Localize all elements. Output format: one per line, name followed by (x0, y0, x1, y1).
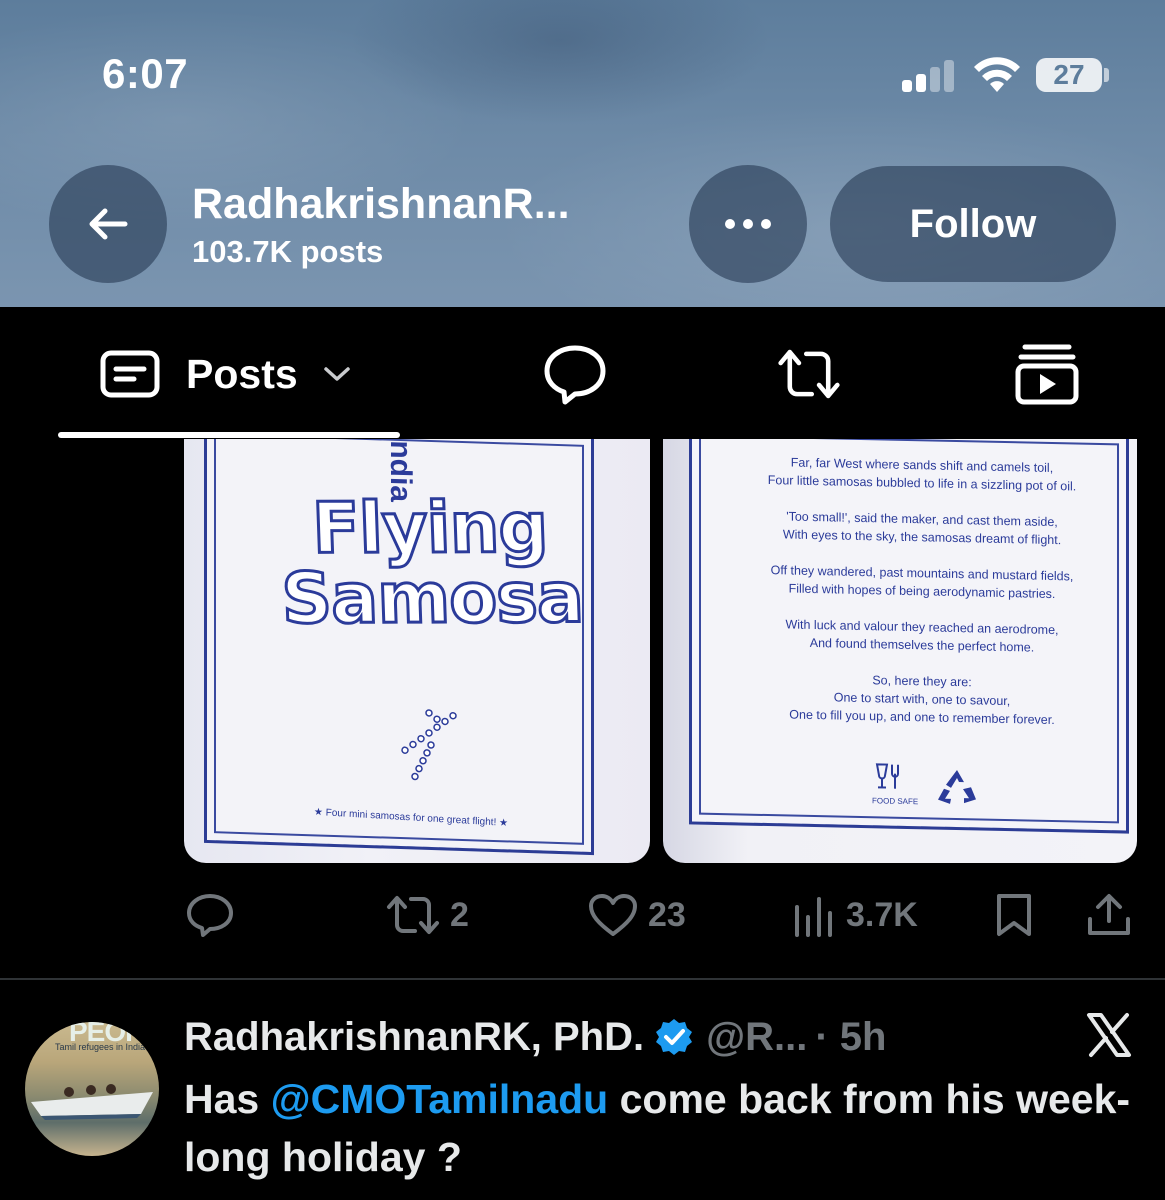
poem-stanza: So, here they are: One to start with, on… (789, 673, 1055, 728)
post-image-left[interactable]: India Flying Samosa ★ Four mini samosas … (184, 439, 650, 863)
status-time: 6:07 (102, 50, 189, 97)
arrow-left-icon (89, 208, 128, 240)
box-tagline: ★ Four mini samosas for one great flight… (313, 806, 509, 829)
profile-tab-bar: Posts (0, 307, 1165, 439)
repost-button[interactable]: 2 (386, 893, 469, 937)
reply-button[interactable] (186, 893, 244, 937)
x-logo-icon (1087, 1013, 1131, 1057)
chevron-down-icon[interactable] (322, 364, 352, 384)
reposts-tab-icon[interactable] (777, 342, 841, 406)
battery-tip (1104, 68, 1109, 82)
post-divider (0, 978, 1165, 980)
post-image-right[interactable]: Far, far West where sands shift and came… (663, 439, 1137, 863)
poem-stanza: Off they wandered, past mountains and mu… (770, 563, 1074, 602)
glass-fork-icon (875, 763, 899, 789)
tweet-timestamp: · 5h (815, 1014, 887, 1059)
poem-stanza: With luck and valour they reached an aer… (785, 617, 1059, 655)
poem-stanza: Far, far West where sands shift and came… (767, 455, 1077, 494)
bookmark-icon (997, 894, 1031, 936)
tweet-header: RadhakrishnanRK, PhD. @R... · 5h (184, 1014, 886, 1060)
like-count: 23 (648, 895, 686, 934)
cellular-signal-icon (902, 60, 956, 92)
reply-icon (187, 894, 233, 937)
avatar-subtitle-text: Tamil refugees in India (55, 1042, 146, 1052)
like-button[interactable]: 23 (588, 893, 686, 937)
views-button[interactable]: 3.7K (792, 893, 918, 937)
avatar[interactable]: PEOPLE Tamil refugees in India (25, 1022, 159, 1156)
tweet-text: Has @CMOTamilnadu come back from his wee… (184, 1076, 1131, 1180)
profile-name: RadhakrishnanR... (192, 180, 570, 228)
airplane-dots-icon (401, 709, 457, 781)
follow-button[interactable]: Follow (830, 166, 1116, 282)
bookmark-button[interactable] (994, 893, 1034, 937)
profile-header: 6:07 27 RadhakrishnanR... 103.7K posts F… (0, 0, 1165, 307)
tab-posts[interactable]: Posts (100, 350, 352, 398)
poem-stanza: 'Too small!', said the maker, and cast t… (782, 509, 1062, 548)
tab-posts-label: Posts (186, 350, 298, 397)
recycle-icon (938, 770, 977, 804)
author-name[interactable]: RadhakrishnanRK, PhD. (184, 1015, 644, 1060)
view-count: 3.7K (846, 895, 918, 934)
food-safe-symbol: FOOD SAFE (872, 761, 918, 806)
replies-tab-icon[interactable] (543, 342, 607, 406)
samosa-title: Flying Samosa (279, 485, 586, 641)
ellipsis-icon (725, 219, 771, 229)
media-tab-icon[interactable] (1015, 342, 1079, 406)
battery-icon: 27 (1036, 58, 1102, 92)
more-options-button[interactable] (689, 165, 807, 283)
repost-count: 2 (450, 895, 469, 934)
samosa-box-back: Far, far West where sands shift and came… (689, 439, 1129, 834)
share-button[interactable] (1086, 893, 1132, 937)
repost-icon (387, 896, 439, 934)
profile-post-count: 103.7K posts (192, 234, 384, 269)
active-tab-indicator (58, 432, 400, 438)
back-button[interactable] (49, 165, 167, 283)
boat-image (31, 1084, 153, 1120)
author-handle[interactable]: @R... (706, 1015, 807, 1060)
verified-badge-icon (656, 1019, 693, 1055)
heart-icon (589, 894, 637, 936)
wifi-icon (974, 57, 1020, 92)
views-bar-chart-icon (795, 897, 832, 937)
mention-link[interactable]: @CMOTamilnadu (271, 1076, 609, 1122)
samosa-box-front: India Flying Samosa ★ Four mini samosas … (204, 439, 594, 856)
share-icon (1088, 894, 1130, 935)
posts-icon (100, 350, 160, 398)
box-symbols: FOOD SAFE (872, 761, 978, 807)
poem-text: Far, far West where sands shift and came… (732, 452, 1112, 748)
